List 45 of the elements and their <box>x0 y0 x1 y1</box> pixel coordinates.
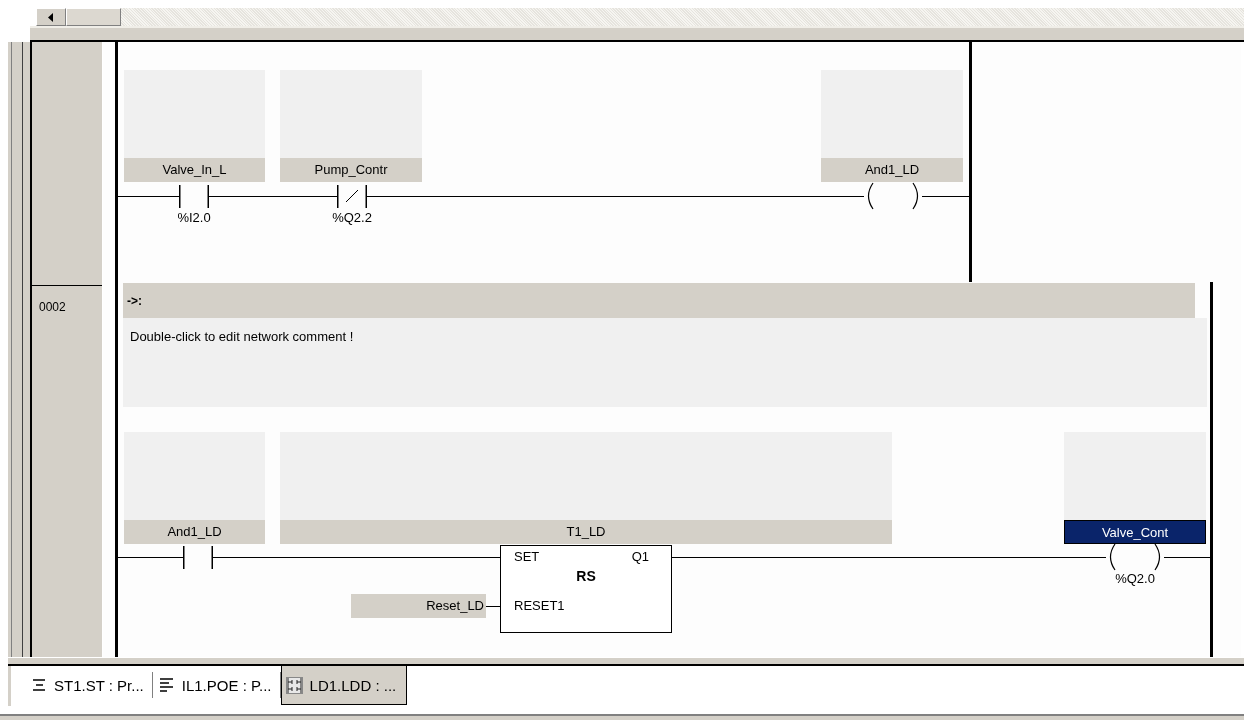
address-label: %Q2.0 <box>1114 571 1156 586</box>
input-pin-label: RESET1 <box>514 598 565 613</box>
block-type-label: RS <box>575 568 597 584</box>
variable-comment-area[interactable] <box>821 70 963 158</box>
network-comment-header: ->: <box>123 283 1195 318</box>
input-variable-label[interactable]: Reset_LD <box>351 594 486 618</box>
address-label: %Q2.2 <box>331 210 373 225</box>
variable-label[interactable]: T1_LD <box>280 520 892 544</box>
variable-comment-area[interactable] <box>1064 432 1206 520</box>
editor-tab[interactable]: ST1.ST : Pr... <box>25 672 153 698</box>
wire <box>486 606 500 607</box>
variable-comment-area[interactable] <box>280 432 892 520</box>
centered-lines-icon <box>31 678 47 692</box>
contact-symbol <box>179 185 209 208</box>
wire <box>117 196 180 197</box>
editor-tab[interactable]: LD1.LDD : ... <box>280 666 408 705</box>
scrollbar-thumb[interactable] <box>66 8 121 26</box>
variable-label[interactable]: Valve_Cont <box>1064 520 1206 544</box>
output-pin-label: Q1 <box>631 549 649 564</box>
wire <box>921 196 970 197</box>
variable-label[interactable]: Valve_In_L <box>124 158 265 182</box>
wire <box>117 557 184 558</box>
coil-symbol <box>1109 543 1161 571</box>
contact-symbol <box>183 546 213 569</box>
input-pin-label: SET <box>514 549 540 564</box>
text-lines-icon <box>158 677 175 693</box>
ladder-diagram-icon <box>285 676 303 694</box>
left-arrow-icon <box>48 12 54 22</box>
variable-comment-area[interactable] <box>124 70 265 158</box>
variable-label[interactable]: And1_LD <box>821 158 963 182</box>
variable-label[interactable]: And1_LD <box>124 520 265 544</box>
variable-comment-area[interactable] <box>280 70 422 158</box>
variable-comment-area[interactable] <box>124 432 265 520</box>
coil-symbol <box>867 182 919 210</box>
editor-tab[interactable]: IL1.POE : P... <box>152 672 281 698</box>
negated-contact-symbol <box>337 185 367 208</box>
network-number: 0002 <box>38 299 67 316</box>
splitter-bar[interactable] <box>30 26 1244 42</box>
horizontal-scrollbar[interactable] <box>36 8 1244 26</box>
function-block[interactable]: SET RESET1 Q1 RS <box>500 545 672 633</box>
wire <box>1163 557 1211 558</box>
address-label: %I2.0 <box>176 210 212 225</box>
variable-label[interactable]: Pump_Contr <box>280 158 422 182</box>
scroll-left-button[interactable] <box>36 8 66 26</box>
network-comment[interactable]: Double-click to edit network comment ! <box>123 318 1207 407</box>
